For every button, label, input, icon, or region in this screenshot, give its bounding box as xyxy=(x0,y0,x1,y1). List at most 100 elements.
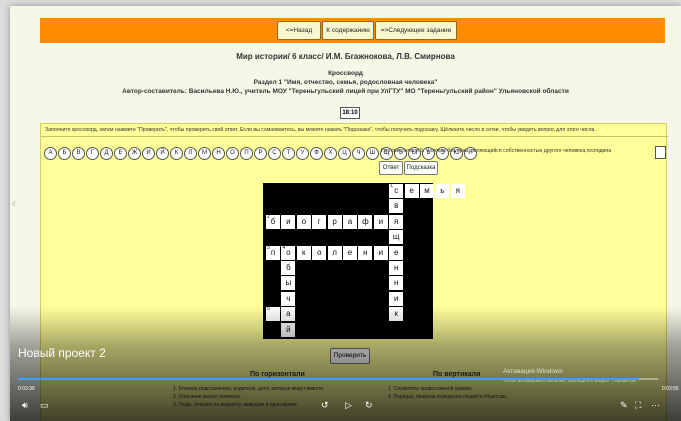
crossword-cell[interactable]: к xyxy=(296,245,311,260)
check-button[interactable]: Проверить xyxy=(330,348,370,364)
letter-key[interactable]: П xyxy=(240,147,253,160)
crossword-cell[interactable]: 3п xyxy=(266,245,280,260)
letter-key[interactable]: Ш xyxy=(366,147,379,160)
crossword-cell[interactable]: 2б xyxy=(266,214,280,229)
crossword-cell[interactable]: и xyxy=(389,291,404,306)
letter-key[interactable]: Ч xyxy=(352,147,365,160)
clue-number[interactable]: 4 xyxy=(282,245,285,251)
answer-button[interactable]: Ответ xyxy=(379,161,403,175)
cell-letter: и xyxy=(378,247,384,257)
more-icon[interactable]: ⋯ xyxy=(651,400,660,411)
current-question: По горизонтали 5: Человек без прав, явля… xyxy=(381,148,612,154)
author-line: Автор-составитель: Васильева Н.Ю., учите… xyxy=(122,88,569,95)
crossword-cell[interactable]: в xyxy=(389,199,404,214)
crossword-cell[interactable]: и xyxy=(373,245,388,260)
cell-letter: р xyxy=(332,216,337,226)
cell-letter: е xyxy=(347,247,353,257)
crossword-cell[interactable]: о xyxy=(312,245,327,260)
crossword-cell[interactable]: г xyxy=(312,214,327,229)
letter-key[interactable]: О xyxy=(226,147,239,160)
volume-icon[interactable]: 🔊︎ xyxy=(22,400,28,411)
crossword-cell[interactable]: а xyxy=(281,307,296,322)
crossword-cell[interactable]: о xyxy=(296,214,311,229)
letter-key[interactable]: Е xyxy=(114,147,127,160)
hint-button[interactable]: Подсказка xyxy=(404,161,438,175)
crossword-cell[interactable]: и xyxy=(373,214,388,229)
letter-key[interactable]: Н xyxy=(212,147,225,160)
cell-letter: в xyxy=(394,201,399,211)
crossword-cell[interactable]: ь xyxy=(435,184,450,198)
letter-key[interactable]: Р xyxy=(254,147,267,160)
letter-key[interactable]: В xyxy=(72,147,85,160)
play-icon[interactable]: ▷ xyxy=(345,400,352,411)
letter-key[interactable]: Д xyxy=(100,147,113,160)
crossword-cell[interactable]: б xyxy=(281,261,296,275)
crossword-cell[interactable]: я xyxy=(389,214,404,229)
progress-fill xyxy=(18,378,639,380)
captions-icon[interactable]: ▭ xyxy=(40,400,49,411)
crossword-cell[interactable]: 5 xyxy=(266,306,280,322)
crossword-cell[interactable]: щ xyxy=(389,230,404,245)
cell-letter: ы xyxy=(285,278,292,288)
letter-key[interactable]: Т xyxy=(282,147,295,160)
rewind-icon[interactable]: ↺ xyxy=(321,400,329,411)
letter-key[interactable]: И xyxy=(142,147,155,160)
clue-number[interactable]: 2 xyxy=(267,214,270,220)
letter-key[interactable]: С xyxy=(268,147,281,160)
letter-key[interactable]: Ж xyxy=(128,147,141,160)
crossword-cell[interactable]: ы xyxy=(281,276,296,291)
crossword-cell[interactable]: л xyxy=(327,245,342,260)
crossword-cell[interactable]: я xyxy=(450,184,465,198)
forward-icon[interactable]: ↻ xyxy=(365,400,373,411)
letter-key[interactable]: Ф xyxy=(310,147,323,160)
fullscreen-icon[interactable]: ⛶ xyxy=(635,400,641,411)
cell-letter: и xyxy=(286,216,291,226)
letter-key[interactable]: Х xyxy=(324,147,337,160)
letter-key[interactable]: У xyxy=(296,147,309,160)
previous-slide-icon[interactable]: ‹ xyxy=(12,196,16,210)
cell-letter: ч xyxy=(286,293,291,303)
cell-letter: ь xyxy=(440,186,445,195)
crossword-cell[interactable]: р xyxy=(327,214,342,229)
edit-icon[interactable]: ✎ xyxy=(620,400,628,411)
crossword-cell[interactable]: н xyxy=(389,261,404,275)
across-title: По горизонтали xyxy=(250,371,305,378)
cell-letter: е xyxy=(393,247,399,257)
crossword-cell[interactable]: е xyxy=(404,184,419,198)
crossword-cell[interactable]: м xyxy=(420,184,434,198)
letter-key[interactable]: А xyxy=(44,147,57,160)
clue-number[interactable]: 1 xyxy=(390,183,393,189)
letter-key[interactable]: Г xyxy=(86,147,99,160)
letter-key[interactable]: Л xyxy=(184,147,197,160)
crossword-cell[interactable]: н xyxy=(358,245,373,260)
letter-key[interactable]: Й xyxy=(156,147,169,160)
cell-letter: м xyxy=(424,186,430,195)
cell-letter: б xyxy=(286,263,291,272)
crossword-cell[interactable]: ч xyxy=(281,291,296,306)
cell-letter: я xyxy=(394,216,399,226)
next-task-button[interactable]: =>Следующее задание xyxy=(375,21,457,40)
letter-key[interactable]: Ц xyxy=(338,147,351,160)
contents-button[interactable]: К содержанию xyxy=(322,21,374,40)
back-button[interactable]: <=Назад xyxy=(277,21,321,40)
clue-number[interactable]: 5 xyxy=(267,306,270,312)
crossword-cell[interactable]: 1с xyxy=(389,183,404,198)
letter-key[interactable]: Б xyxy=(58,147,71,160)
crossword-cell[interactable]: е xyxy=(389,245,404,260)
crossword-cell[interactable]: н xyxy=(389,276,404,291)
cell-letter: и xyxy=(378,216,384,226)
down-clue: 1. Служитель православной церкви. xyxy=(388,386,473,392)
crossword-cell[interactable]: и xyxy=(281,214,296,229)
crossword-cell[interactable]: е xyxy=(343,245,357,260)
crossword-cell[interactable]: й xyxy=(281,322,296,337)
crossword-cell[interactable]: ф xyxy=(358,214,373,229)
crossword-cell[interactable]: а xyxy=(343,214,357,229)
letter-key[interactable]: М xyxy=(198,147,211,160)
letter-key[interactable]: К xyxy=(170,147,183,160)
progress-bar[interactable] xyxy=(18,378,658,380)
across-clue: 1. Близкие родственники, родители, дети,… xyxy=(173,386,325,392)
crossword-cell[interactable]: к xyxy=(389,307,404,322)
answer-input[interactable] xyxy=(655,146,666,159)
clue-number[interactable]: 3 xyxy=(267,245,270,251)
crossword-cell[interactable]: 4о xyxy=(281,245,296,260)
